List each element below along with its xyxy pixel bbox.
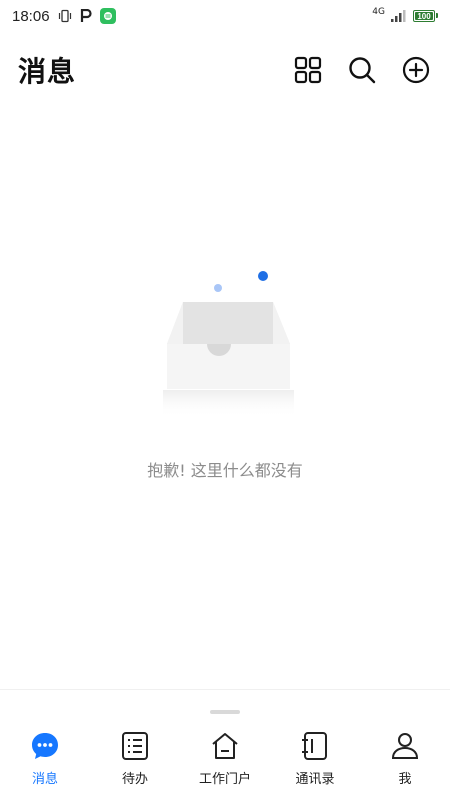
status-time: 18:06 xyxy=(12,7,50,25)
vibrate-icon xyxy=(58,9,72,23)
empty-state: 抱歉! 这里什么都没有 xyxy=(0,262,450,481)
header-actions xyxy=(292,54,432,86)
nav-label: 通讯录 xyxy=(295,772,335,787)
nav-item-messages[interactable]: 消息 xyxy=(0,730,90,787)
empty-message: 抱歉! 这里什么都没有 xyxy=(147,461,303,480)
nav-label: 待办 xyxy=(121,772,148,787)
chat-bubble-icon xyxy=(29,730,61,762)
app-notification-icon xyxy=(99,8,116,24)
app-header: 消息 xyxy=(0,42,450,98)
nav-item-todo[interactable]: 待办 xyxy=(90,730,180,787)
network-type: 4G xyxy=(372,7,385,17)
battery-icon: 100 xyxy=(413,10,438,22)
signal-icon xyxy=(391,10,407,22)
todo-list-icon xyxy=(119,730,151,762)
decor-dot-large xyxy=(258,271,268,281)
grid-icon[interactable] xyxy=(292,54,324,86)
page-title: 消息 xyxy=(18,55,77,88)
nav-items: 消息 待办 工作门户 通讯录 我 xyxy=(0,730,450,787)
nav-label: 我 xyxy=(398,772,412,787)
battery-level: 100 xyxy=(417,11,431,21)
bottom-navigation: 消息 待办 工作门户 通讯录 我 xyxy=(0,689,450,800)
nav-item-contacts[interactable]: 通讯录 xyxy=(270,730,360,787)
empty-box-illustration xyxy=(163,271,294,418)
add-circle-icon[interactable] xyxy=(400,54,432,86)
contacts-book-icon xyxy=(299,730,331,762)
nav-item-me[interactable]: 我 xyxy=(360,730,450,787)
status-left: 18:06 xyxy=(12,8,116,25)
status-bar: 18:06 4G 100 xyxy=(0,0,450,32)
nav-item-work-portal[interactable]: 工作门户 xyxy=(180,730,270,787)
decor-dot-small xyxy=(214,284,222,292)
nav-label: 工作门户 xyxy=(198,772,251,787)
parking-p-icon xyxy=(80,9,92,23)
user-icon xyxy=(389,730,421,762)
nav-label: 消息 xyxy=(31,772,58,787)
search-icon[interactable] xyxy=(346,54,378,86)
drag-handle[interactable] xyxy=(210,710,240,714)
home-icon xyxy=(209,730,241,762)
status-right: 4G 100 xyxy=(372,7,438,22)
